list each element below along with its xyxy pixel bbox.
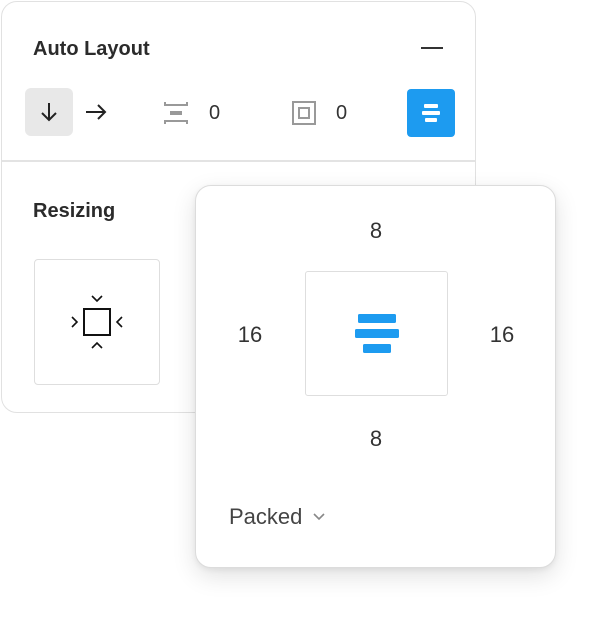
align-center-icon (422, 104, 440, 122)
alignment-popover: 8 16 16 8 Packed (195, 185, 556, 568)
padding-right-value[interactable]: 16 (472, 322, 532, 348)
padding-top-value[interactable]: 8 (346, 218, 406, 244)
spacing-mode-dropdown[interactable]: Packed (229, 504, 326, 530)
direction-horizontal-button[interactable] (72, 88, 120, 136)
alignment-grid[interactable] (305, 271, 448, 396)
auto-layout-title: Auto Layout (33, 38, 150, 60)
hug-contents-icon (71, 295, 123, 349)
spacing-icon (164, 102, 188, 124)
section-divider (2, 160, 475, 162)
minus-icon[interactable] (421, 47, 443, 49)
arrow-right-icon (86, 104, 107, 120)
alignment-button[interactable] (407, 89, 455, 137)
padding-icon (292, 101, 316, 125)
item-spacing-value[interactable]: 0 (209, 102, 220, 125)
padding-value[interactable]: 0 (336, 102, 347, 125)
padding-left-value[interactable]: 16 (220, 322, 280, 348)
resizing-title: Resizing (33, 200, 116, 222)
spacing-mode-label: Packed (229, 504, 303, 529)
align-center-icon (354, 313, 399, 353)
padding-bottom-value[interactable]: 8 (346, 426, 406, 452)
direction-vertical-button[interactable] (25, 88, 73, 136)
chevron-down-icon (313, 513, 325, 521)
resize-hug-button[interactable] (34, 259, 160, 385)
arrow-down-icon (41, 103, 57, 122)
